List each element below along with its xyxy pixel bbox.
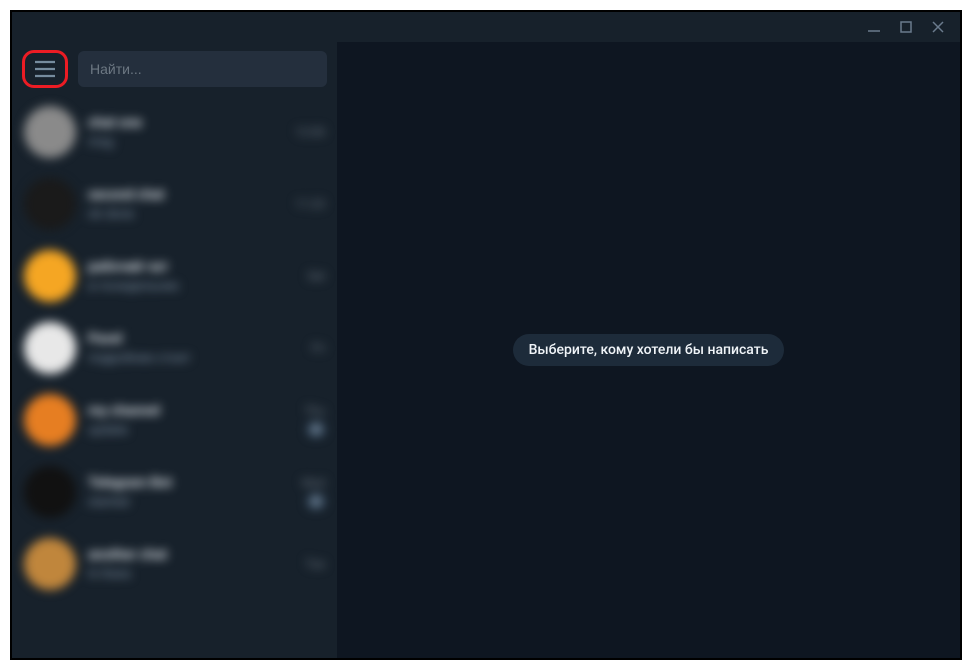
avatar xyxy=(24,250,76,302)
avatar xyxy=(24,394,76,446)
chat-list[interactable]: chat one msg 12:00 second chat ok done 11:23 р… xyxy=(12,96,337,658)
unread-badge: 3 xyxy=(307,422,325,437)
app-window: chat one msg 12:00 second chat ok done 11:23 р… xyxy=(10,10,962,660)
chat-time: 11:23 xyxy=(295,197,325,211)
chat-meta: Sat xyxy=(307,269,325,283)
chat-name: second chat xyxy=(88,187,283,203)
chat-text: my channel update xyxy=(88,403,293,438)
chat-name: my channel xyxy=(88,403,293,419)
chat-list-item[interactable]: рабочий чат в понедельник Sat xyxy=(12,240,337,312)
chat-list-item[interactable]: second chat ok done 11:23 xyxy=(12,168,337,240)
menu-button[interactable] xyxy=(33,59,57,79)
unread-badge: 2 xyxy=(307,494,325,509)
chat-preview: started xyxy=(88,495,289,510)
search-box[interactable] xyxy=(78,51,327,87)
chat-list-item[interactable]: Pavel подробнее стоит Fri xyxy=(12,312,337,384)
titlebar xyxy=(12,12,960,42)
chat-text: Pavel подробнее стоит xyxy=(88,331,300,366)
chat-time: Fri xyxy=(312,341,325,355)
chat-preview: msg xyxy=(88,135,283,150)
maximize-button[interactable] xyxy=(896,17,916,37)
avatar xyxy=(24,538,76,590)
sidebar-topbar xyxy=(12,42,337,96)
chat-name: Telegram Bot xyxy=(88,475,289,491)
chat-preview: ok done xyxy=(88,207,283,222)
chat-list-item[interactable]: another chat hi there Tue xyxy=(12,528,337,600)
chat-text: another chat hi there xyxy=(88,547,293,582)
chat-meta: Thu 3 xyxy=(305,404,325,437)
chat-time: Sat xyxy=(307,269,325,283)
chat-name: рабочий чат xyxy=(88,259,295,275)
chat-meta: Fri xyxy=(312,341,325,355)
avatar xyxy=(24,466,76,518)
search-input[interactable] xyxy=(90,61,315,77)
chat-meta: Tue xyxy=(305,557,325,571)
chat-list-item[interactable]: Telegram Bot started Wed 2 xyxy=(12,456,337,528)
chat-text: chat one msg xyxy=(88,115,283,150)
chat-preview: hi there xyxy=(88,567,293,582)
chat-name: another chat xyxy=(88,547,293,563)
chat-time: Tue xyxy=(305,557,325,571)
avatar xyxy=(24,106,76,158)
chat-time: Thu xyxy=(305,404,325,418)
hamburger-icon xyxy=(33,59,57,79)
app-body: chat one msg 12:00 second chat ok done 11:23 р… xyxy=(12,42,960,658)
chat-name: chat one xyxy=(88,115,283,131)
avatar xyxy=(24,322,76,374)
sidebar: chat one msg 12:00 second chat ok done 11:23 р… xyxy=(12,42,337,658)
chat-text: Telegram Bot started xyxy=(88,475,289,510)
empty-state-message: Выберите, кому хотели бы написать xyxy=(513,334,785,366)
chat-text: second chat ok done xyxy=(88,187,283,222)
chat-name: Pavel xyxy=(88,331,300,347)
chat-preview: update xyxy=(88,423,293,438)
chat-list-item[interactable]: chat one msg 12:00 xyxy=(12,96,337,168)
main-area: Выберите, кому хотели бы написать xyxy=(337,42,960,658)
chat-meta: Wed 2 xyxy=(301,476,325,509)
close-button[interactable] xyxy=(928,17,948,37)
minimize-button[interactable] xyxy=(864,17,884,37)
chat-time: 12:00 xyxy=(295,125,325,139)
chat-list-item[interactable]: my channel update Thu 3 xyxy=(12,384,337,456)
avatar xyxy=(24,178,76,230)
chat-preview: в понедельник xyxy=(88,279,295,294)
chat-text: рабочий чат в понедельник xyxy=(88,259,295,294)
chat-preview: подробнее стоит xyxy=(88,351,300,366)
chat-meta: 12:00 xyxy=(295,125,325,139)
chat-meta: 11:23 xyxy=(295,197,325,211)
highlight-box xyxy=(22,50,68,88)
chat-time: Wed xyxy=(301,476,325,490)
